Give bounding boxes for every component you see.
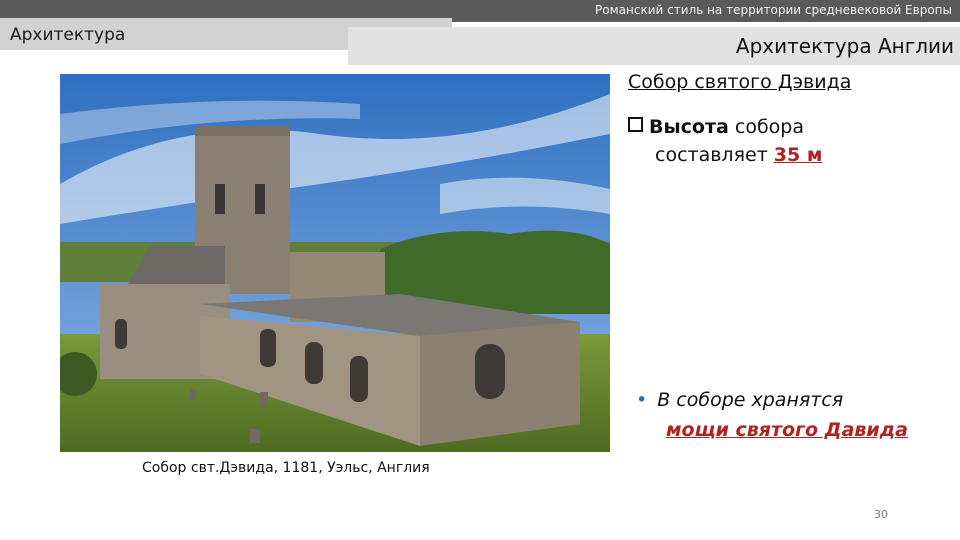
cathedral-photo [60, 74, 610, 452]
relic-line2b: святого Давида [735, 419, 908, 441]
relic-item: • В соборе хранятся мощи святого Давида [636, 385, 908, 445]
page-number: 30 [874, 508, 888, 521]
height-rest: собора [728, 116, 804, 138]
photo-caption: Собор свт.Дэвида, 1181, Уэльс, Англия [142, 460, 430, 476]
section-label: Архитектура [10, 25, 126, 45]
height-line2: составляет [655, 144, 774, 166]
relic-line1: В соборе хранятся [657, 389, 844, 411]
bullet-icon: • [636, 389, 648, 411]
slide-heading: Собор святого Дэвида [628, 71, 852, 93]
height-value: 35 м [773, 144, 823, 166]
presentation-subtitle: Романский стиль на территории средневеко… [595, 3, 952, 17]
slide-title: Архитектура Англии [735, 34, 954, 58]
relic-line2a: мощи [666, 419, 736, 441]
height-item: Высота собора составляет 35 м [628, 113, 822, 169]
height-label: Высота [649, 116, 729, 138]
checkbox-bullet-icon [628, 117, 643, 132]
